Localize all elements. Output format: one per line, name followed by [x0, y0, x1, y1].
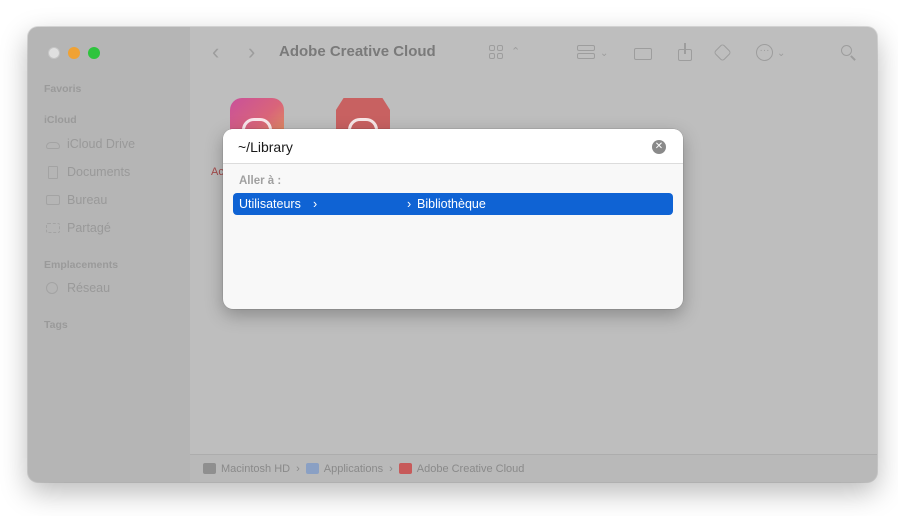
- breadcrumb-separator: ›: [389, 462, 393, 475]
- creative-cloud-folder-icon: [398, 463, 412, 474]
- breadcrumb-applications[interactable]: Applications: [305, 462, 384, 475]
- breadcrumb-separator: ›: [296, 462, 300, 475]
- go-to-folder-dialog: ✕ Aller à : Utilisateurs › › Bibliothèqu…: [223, 129, 683, 309]
- app-label-fragment: Ac: [211, 166, 224, 178]
- sidebar-item-icloud-drive[interactable]: iCloud Drive: [46, 135, 135, 153]
- view-grid-icon[interactable]: [489, 45, 503, 59]
- go-to-path-input[interactable]: [223, 129, 683, 164]
- applications-folder-icon: [305, 463, 319, 474]
- window-title: Adobe Creative Cloud: [279, 43, 436, 60]
- sidebar-item-label: Réseau: [67, 281, 111, 295]
- new-folder-icon[interactable]: [634, 46, 654, 60]
- chevron-right-icon: ›: [313, 197, 318, 211]
- more-icon[interactable]: ···: [756, 44, 773, 61]
- search-icon[interactable]: [841, 45, 856, 61]
- sidebar-item-label: iCloud Drive: [67, 137, 136, 151]
- suggestion-segment-library: Bibliothèque: [417, 197, 486, 211]
- network-icon: [46, 282, 58, 294]
- share-icon[interactable]: [678, 43, 692, 61]
- sidebar: Favoris iCloud iCloud Drive Documents Bu…: [28, 27, 190, 482]
- maximize-window-button[interactable]: [88, 47, 100, 59]
- breadcrumb-label: Macintosh HD: [221, 462, 291, 475]
- sidebar-item-documents[interactable]: Documents: [46, 163, 130, 181]
- sidebar-item-shared[interactable]: Partagé: [46, 219, 111, 237]
- tag-icon[interactable]: [713, 43, 732, 62]
- chevron-right-icon: ›: [407, 197, 412, 211]
- path-bar: Macintosh HD › Applications › Adobe Crea…: [190, 454, 877, 482]
- chevron-down-icon[interactable]: ⌄: [777, 46, 785, 62]
- hard-drive-icon: [203, 463, 216, 474]
- sidebar-item-label: Partagé: [67, 221, 111, 235]
- sidebar-item-label: Documents: [67, 165, 131, 179]
- cloud-icon: [46, 142, 60, 149]
- go-to-section-label: Aller à :: [239, 175, 282, 187]
- desktop-icon: [46, 195, 60, 205]
- suggestion-segment-users: Utilisateurs: [239, 197, 301, 211]
- minimize-window-button[interactable]: [68, 47, 80, 59]
- path-suggestion-row[interactable]: Utilisateurs › › Bibliothèque: [233, 193, 673, 215]
- sidebar-heading-icloud: iCloud: [44, 114, 77, 126]
- view-options-chevron-icon[interactable]: ⌃: [511, 44, 520, 60]
- sidebar-heading-tags: Tags: [44, 319, 68, 331]
- group-icon[interactable]: [577, 45, 595, 59]
- breadcrumb-label: Adobe Creative Cloud: [416, 462, 525, 475]
- breadcrumb-adobe-creative-cloud[interactable]: Adobe Creative Cloud: [398, 462, 525, 475]
- sidebar-item-network[interactable]: Réseau: [46, 279, 110, 297]
- chevron-left-icon[interactable]: ‹: [212, 40, 219, 64]
- document-icon: [48, 165, 58, 179]
- breadcrumb-macintosh-hd[interactable]: Macintosh HD: [203, 463, 290, 475]
- close-window-button[interactable]: [48, 47, 60, 59]
- shared-folder-icon: [46, 223, 60, 233]
- sidebar-heading-favorites: Favoris: [44, 83, 82, 95]
- breadcrumb-label: Applications: [323, 462, 384, 475]
- sidebar-item-label: Bureau: [67, 193, 108, 207]
- chevron-down-icon[interactable]: ⌄: [600, 46, 608, 62]
- chevron-right-icon[interactable]: ›: [248, 40, 255, 64]
- sidebar-item-desktop[interactable]: Bureau: [46, 191, 107, 209]
- clear-input-button[interactable]: ✕: [652, 140, 666, 154]
- sidebar-heading-locations: Emplacements: [44, 259, 119, 271]
